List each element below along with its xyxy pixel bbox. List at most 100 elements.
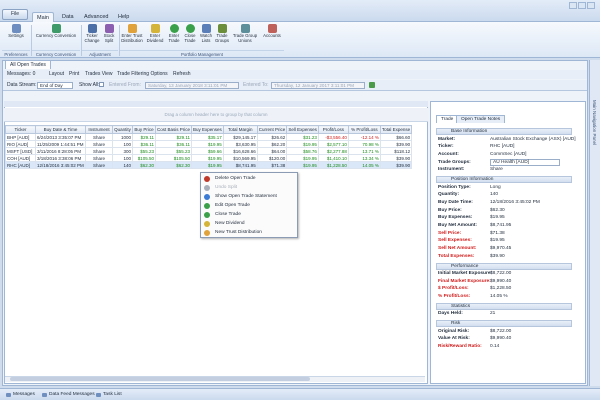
context-menu-item[interactable]: New Dividend	[201, 219, 299, 228]
grid-panel-header	[4, 101, 428, 107]
layout-button[interactable]: Layout	[49, 70, 64, 79]
settings-button[interactable]: Settings	[4, 24, 28, 50]
menu-bar: File Main Data Advanced Help	[0, 0, 600, 22]
horizontal-scrollbar-thumb[interactable]	[10, 377, 310, 381]
watch-lists-button[interactable]: Watch Lists	[198, 24, 214, 50]
accounts-button[interactable]: Accounts	[261, 24, 283, 50]
doc-tab-all-open-trades[interactable]: All Open Trades	[5, 60, 51, 69]
tab-data[interactable]: Data	[58, 12, 78, 22]
show-all-checkbox[interactable]	[99, 80, 104, 91]
stock-split-icon	[104, 24, 114, 33]
context-menu-item-label: Close Trade	[215, 212, 241, 217]
field-label: Value At Risk:	[438, 336, 470, 342]
field-label: Buy Expenses:	[438, 215, 473, 221]
close-icon[interactable]	[587, 2, 595, 9]
col-sell-expenses[interactable]: Sell Expenses	[286, 125, 319, 134]
table-row[interactable]: MSFT [USD] 3/11/2016 8:28:05 PM Share 300 $5…	[5, 147, 413, 155]
enter-trust-distribution-button[interactable]: Enter Trust Distribution	[120, 24, 144, 50]
context-menu-item-label: Edit Open Trade	[215, 203, 250, 208]
col-quantity[interactable]: Quantity	[112, 125, 133, 134]
context-menu-item[interactable]: New Trust Distribution	[201, 228, 299, 237]
close-trade-icon	[185, 24, 195, 33]
tab-trade[interactable]: Trade	[436, 115, 459, 123]
context-menu-item-label: New Trust Distribution	[215, 230, 262, 235]
col-ticker[interactable]: Ticker	[5, 125, 36, 134]
group-preferences: Preferences	[2, 50, 30, 57]
table-cell: -$3,556.40	[317, 133, 349, 141]
field-value: 14.05 %	[490, 294, 508, 300]
table-cell: Share	[85, 147, 113, 155]
tab-advanced[interactable]: Advanced	[80, 12, 112, 22]
trade-groups-icon	[217, 24, 227, 33]
close-trade-button[interactable]: Close Trade	[182, 24, 198, 50]
currency-conversion-button[interactable]: Currency Conversion	[34, 24, 78, 50]
dividend-icon	[150, 24, 160, 33]
context-menu-item-label: Show Open Trade Statement	[215, 194, 277, 199]
col-instrument[interactable]: Instrument	[85, 125, 113, 134]
col-buy-expenses[interactable]: Buy Expenses	[191, 125, 224, 134]
section-header-performance[interactable]: Performance	[436, 262, 572, 270]
tab-open-trade-notes[interactable]: Open Trade Notes	[456, 115, 506, 123]
print-button[interactable]: Print	[69, 70, 79, 79]
col-current-price[interactable]: Current Price	[256, 125, 288, 134]
table-row[interactable]: RIO [AUD] 11/25/2009 1:44:51 PM Share 100 $3…	[5, 140, 413, 148]
messages-button[interactable]: Messages: 0	[7, 70, 35, 79]
section-header-position[interactable]: Position Information	[436, 176, 572, 183]
context-menu-item[interactable]: Undo Split	[201, 183, 299, 192]
field-value: $8,741.95	[490, 223, 512, 228]
section-header-base[interactable]: Base Information	[436, 128, 572, 135]
trade-filtering-options-button[interactable]: Trade Filtering Options	[117, 70, 168, 79]
bottom-tab-task-list[interactable]: Task List	[94, 391, 125, 399]
field-value: $71.38	[490, 230, 505, 236]
field-label: Sell Net Amount:	[438, 246, 477, 252]
enter-trade-button[interactable]: Enter Trade	[166, 24, 182, 50]
task-list-icon	[96, 393, 101, 397]
section-header-statistics[interactable]: Statistics	[436, 302, 572, 310]
open-trades-table: Ticker Buy Date & Time Instrument Quanti…	[5, 125, 413, 169]
tab-main[interactable]: Main	[32, 12, 54, 22]
trust-distribution-icon	[127, 24, 137, 33]
trades-view-button[interactable]: Trades View	[85, 70, 113, 79]
table-row[interactable]: BHP [AUD] 6/24/2013 3:35:07 PM Share 1000 $2…	[5, 133, 413, 141]
group-by-hint[interactable]: Drag a column header here to group by th…	[4, 108, 428, 122]
col-total-expense[interactable]: Total Expense	[379, 125, 413, 134]
file-menu-button[interactable]: File	[2, 9, 28, 20]
field-label: Original Risk:	[438, 328, 470, 334]
refresh-button[interactable]: Refresh	[173, 70, 191, 79]
col-profit-loss[interactable]: Profit/Loss	[317, 125, 349, 134]
table-row[interactable]: RHC [AUD] 12/18/2016 3:45:02 PM Share 140 $6…	[5, 161, 413, 169]
field-value: Australian Stock Exchange (ASX) [AUD]	[490, 136, 576, 142]
stock-split-button[interactable]: Stock Split	[101, 24, 117, 50]
col-cost-basis-price[interactable]: Cost Basis Price	[154, 125, 193, 134]
col-buy-price[interactable]: Buy Price	[132, 125, 156, 134]
context-menu-item[interactable]: Edit Open Trade	[201, 201, 299, 210]
col-buy-date[interactable]: Buy Date & Time	[35, 125, 86, 134]
filter-icon[interactable]	[369, 82, 375, 88]
context-menu-item[interactable]: Close Trade	[201, 210, 299, 219]
trade-groups-button[interactable]: Trade Groups	[214, 24, 230, 50]
minimize-icon[interactable]	[569, 2, 577, 9]
field-label: Ticker:	[438, 144, 454, 150]
enter-dividend-button[interactable]: Enter Dividend	[145, 24, 165, 50]
context-menu-item[interactable]: Show Open Trade Statement	[201, 192, 299, 201]
data-stream-select[interactable]: End of Day	[37, 82, 73, 89]
col-pct-profit-loss[interactable]: % Profit/Loss	[347, 125, 381, 134]
trade-group-unions-button[interactable]: Trade Group Unions	[230, 24, 260, 50]
maximize-icon[interactable]	[578, 2, 586, 9]
entered-to-field[interactable]: Thursday, 12 January 2017 3:11:01 PM	[271, 82, 365, 89]
tab-help[interactable]: Help	[114, 12, 133, 22]
field-label: Market:	[438, 136, 456, 142]
main-navigation-panel-label[interactable]: Main Navigation Panel	[592, 100, 597, 145]
section-header-risk[interactable]: Risk	[436, 320, 572, 327]
context-menu-item[interactable]: Delete Open Trade	[201, 174, 299, 183]
menu-item-icon	[204, 193, 210, 200]
bottom-tab-messages[interactable]: Messages	[4, 391, 38, 399]
table-cell: 100	[112, 140, 133, 148]
bottom-tab-data-feed-messages[interactable]: Data Feed Messages	[40, 391, 98, 399]
entered-from-field[interactable]: Saturday, 13 January 2018 3:11:01 PM	[145, 82, 239, 89]
ticker-change-button[interactable]: Ticker Change	[83, 24, 101, 50]
menu-item-icon	[204, 202, 210, 209]
table-row[interactable]: COH [AUD] 3/18/2016 3:38:06 PM Share 100 $10…	[5, 154, 413, 162]
trade-groups-field[interactable]: AU Health [AUD]	[490, 158, 560, 166]
col-total-margin[interactable]: Total Margin	[222, 125, 258, 134]
